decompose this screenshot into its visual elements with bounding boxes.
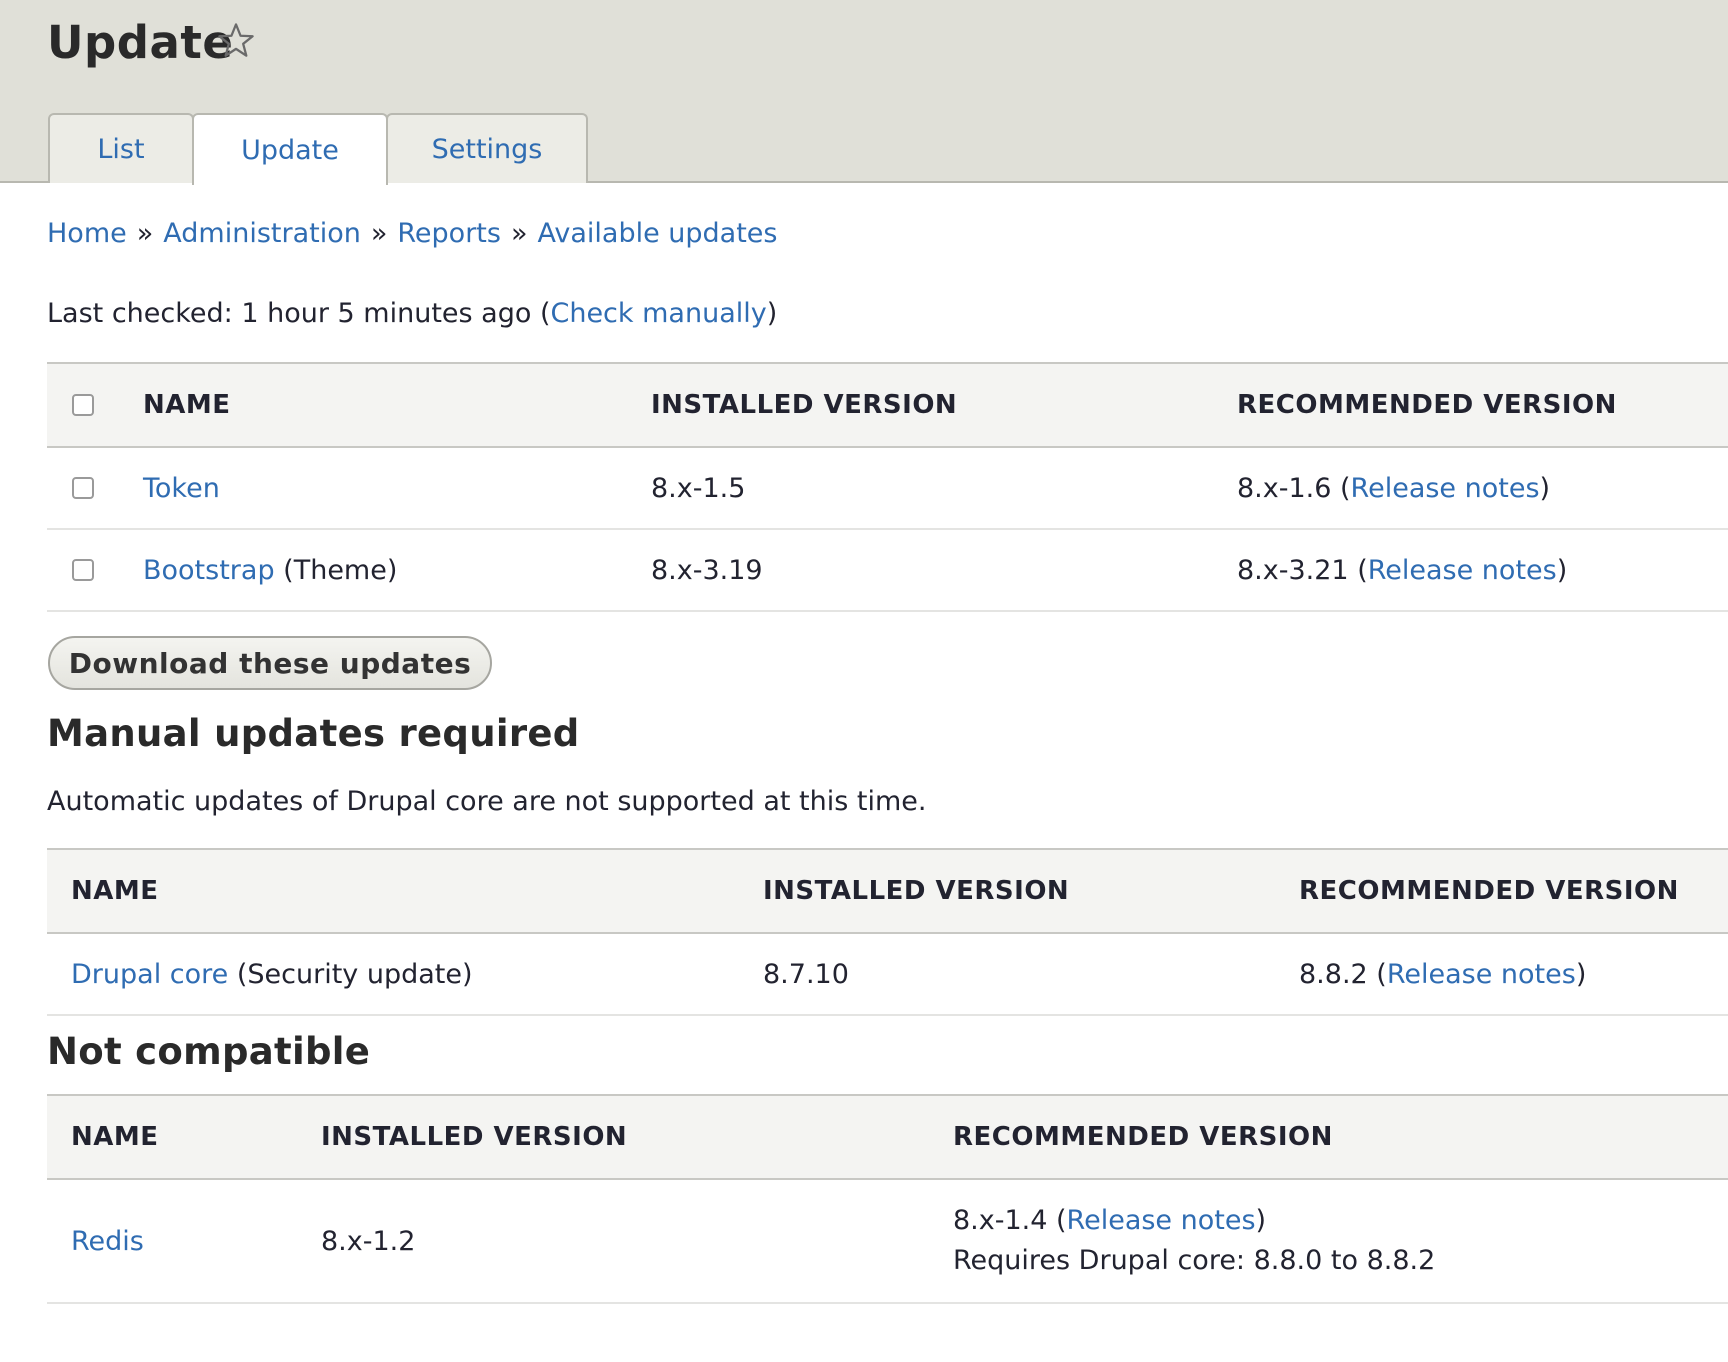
installed-version: 8.7.10 [763,958,849,990]
table-header: NAME INSTALLED VERSION RECOMMENDED VERSI… [47,848,1728,934]
table-row: Bootstrap (Theme) 8.x-3.19 8.x-3.21 (Rel… [47,530,1728,612]
column-installed-version: INSTALLED VERSION [763,876,1070,906]
installed-version: 8.x-1.2 [321,1225,416,1257]
release-notes-link[interactable]: Release notes [1368,555,1557,586]
project-link-drupal-core[interactable]: Drupal core [71,959,228,990]
tab-update[interactable]: Update [192,113,388,185]
project-link-token[interactable]: Token [143,473,220,504]
select-all-checkbox[interactable] [72,394,94,416]
release-notes-link[interactable]: Release notes [1387,959,1576,990]
recommended-cell: 8.x-1.4 (Release notes) Requires Drupal … [953,1180,1435,1302]
tab-list-label: List [97,133,145,165]
installed-version: 8.x-1.5 [651,472,746,504]
tab-list[interactable]: List [48,113,194,183]
column-name: NAME [143,390,231,420]
updates-table: NAME INSTALLED VERSION RECOMMENDED VERSI… [47,362,1728,612]
breadcrumb-available-updates[interactable]: Available updates [537,218,777,249]
manual-updates-table: NAME INSTALLED VERSION RECOMMENDED VERSI… [47,848,1728,1016]
table-header: NAME INSTALLED VERSION RECOMMENDED VERSI… [47,1094,1728,1180]
release-notes-link[interactable]: Release notes [1067,1205,1256,1236]
security-update-note: (Security update) [228,958,473,990]
recommended-version: 8.x-1.6 [1237,472,1332,504]
column-recommended-version: RECOMMENDED VERSION [1237,390,1617,420]
recommended-cell: 8.8.2 (Release notes) [1299,958,1587,990]
last-checked-suffix: ) [766,298,778,329]
project-link-redis[interactable]: Redis [71,1226,144,1257]
not-compatible-heading: Not compatible [47,1030,371,1073]
row-checkbox-token[interactable] [72,477,94,499]
table-row: Token 8.x-1.5 8.x-1.6 (Release notes) [47,448,1728,530]
installed-version: 8.x-3.19 [651,554,763,586]
row-checkbox-bootstrap[interactable] [72,559,94,581]
column-installed-version: INSTALLED VERSION [321,1122,628,1152]
page-title: Update [47,16,234,69]
tab-update-label: Update [241,134,339,166]
breadcrumb-reports[interactable]: Reports [397,218,501,249]
breadcrumb-separator: » [510,218,528,249]
recommended-version: 8.x-3.21 [1237,554,1349,586]
project-type: (Theme) [274,554,398,586]
recommended-cell: 8.x-1.6 (Release notes) [1237,472,1551,504]
star-icon[interactable] [215,20,257,62]
download-updates-button[interactable]: Download these updates [48,636,492,690]
name-cell: Drupal core (Security update) [71,934,473,1014]
page-header: Update List Update Settings [0,0,1728,185]
table-row: Drupal core (Security update) 8.7.10 8.8… [47,934,1728,1016]
manual-updates-description: Automatic updates of Drupal core are not… [47,786,927,817]
breadcrumb-administration[interactable]: Administration [163,218,361,249]
manual-updates-heading: Manual updates required [47,712,580,755]
recommended-line: 8.x-1.4 (Release notes) [953,1205,1267,1236]
recommended-cell: 8.x-3.21 (Release notes) [1237,554,1568,586]
breadcrumb: Home » Administration » Reports » Available up… [47,218,777,249]
column-name: NAME [71,1122,159,1152]
last-checked-status: Last checked: 1 hour 5 minutes ago (Chec… [47,298,777,329]
name-cell: Redis [71,1180,144,1302]
column-recommended-version: RECOMMENDED VERSION [953,1122,1333,1152]
not-compatible-table: NAME INSTALLED VERSION RECOMMENDED VERSI… [47,1094,1728,1304]
column-name: NAME [71,876,159,906]
core-requirement: Requires Drupal core: 8.8.0 to 8.8.2 [953,1245,1436,1276]
tab-settings[interactable]: Settings [386,113,588,183]
name-cell: Bootstrap (Theme) [143,530,397,610]
column-recommended-version: RECOMMENDED VERSION [1299,876,1679,906]
project-link-bootstrap[interactable]: Bootstrap [143,555,275,586]
table-row: Redis 8.x-1.2 8.x-1.4 (Release notes) Re… [47,1180,1728,1304]
release-notes-link[interactable]: Release notes [1351,473,1540,504]
tab-settings-label: Settings [431,133,543,165]
breadcrumb-separator: » [136,218,154,249]
breadcrumb-separator: » [370,218,388,249]
column-installed-version: INSTALLED VERSION [651,390,958,420]
breadcrumb-home[interactable]: Home [47,218,127,249]
table-header: NAME INSTALLED VERSION RECOMMENDED VERSI… [47,362,1728,448]
check-manually-link[interactable]: Check manually [550,298,766,329]
name-cell: Token [143,448,220,528]
recommended-version: 8.x-1.4 [953,1205,1048,1236]
recommended-version: 8.8.2 [1299,958,1368,990]
last-checked-text: Last checked: 1 hour 5 minutes ago ( [47,298,551,329]
